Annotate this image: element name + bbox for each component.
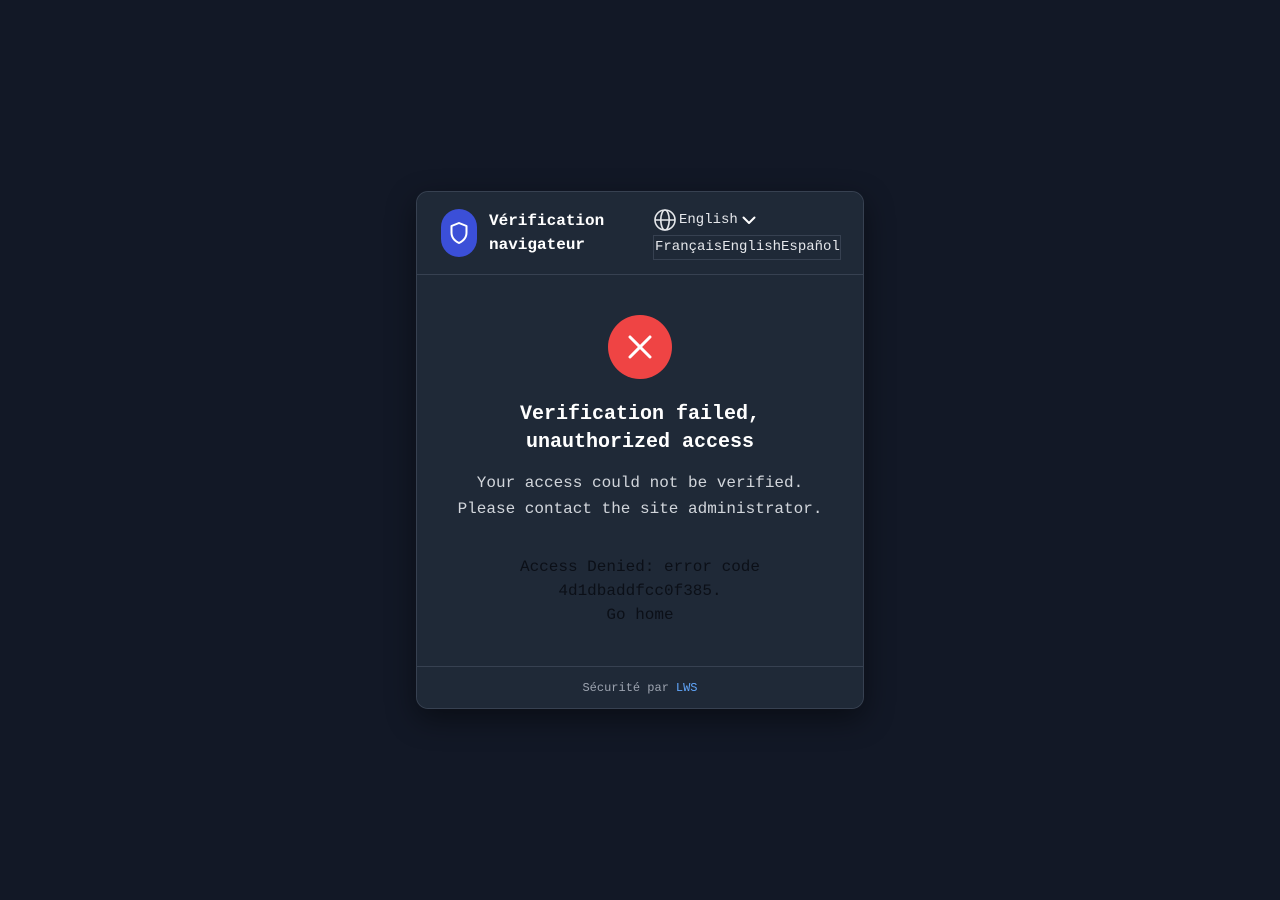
language-option-english[interactable]: English	[722, 236, 781, 259]
error-badge	[608, 315, 672, 379]
error-code: 4d1dbaddfcc0f385.	[558, 582, 722, 600]
verification-card: Vérification navigateur English Français…	[416, 191, 864, 709]
brand-title: Vérification navigateur	[489, 209, 619, 257]
brand-logo	[441, 209, 477, 257]
language-toggle[interactable]: English	[653, 209, 841, 231]
language-current-label: English	[679, 212, 738, 228]
language-selector: English Français English Español	[653, 209, 841, 260]
provider-link[interactable]: LWS	[676, 681, 698, 695]
language-options: Français English Español	[653, 235, 841, 260]
card-header: Vérification navigateur English Français…	[417, 192, 863, 275]
access-denied-block: Access Denied: error code 4d1dbaddfcc0f3…	[417, 555, 863, 627]
error-title: Verification failed, unauthorized access	[519, 403, 761, 454]
card-body: Verification failed, unauthorized access…	[417, 275, 863, 667]
chevron-down-icon	[742, 216, 756, 224]
brand-title-line2: navigateur	[489, 236, 586, 254]
language-option-espanol[interactable]: Español	[781, 236, 840, 259]
footer-prefix: Sécurité par	[582, 680, 669, 695]
error-message-line2: Please contact the site administrator.	[457, 500, 823, 518]
card-footer: Sécurité par LWS	[417, 666, 863, 708]
error-message-line1: Your access could not be verified.	[476, 474, 804, 492]
access-denied-line1: Access Denied: error code	[519, 558, 761, 576]
globe-icon	[654, 209, 676, 231]
error-message: Your access could not be verified. Pleas…	[417, 470, 863, 522]
close-icon	[628, 335, 652, 359]
brand-title-line1: Vérification	[489, 212, 605, 230]
language-option-francais[interactable]: Français	[654, 236, 722, 259]
go-home-link[interactable]: Go home	[606, 606, 673, 624]
shield-icon	[450, 222, 468, 244]
